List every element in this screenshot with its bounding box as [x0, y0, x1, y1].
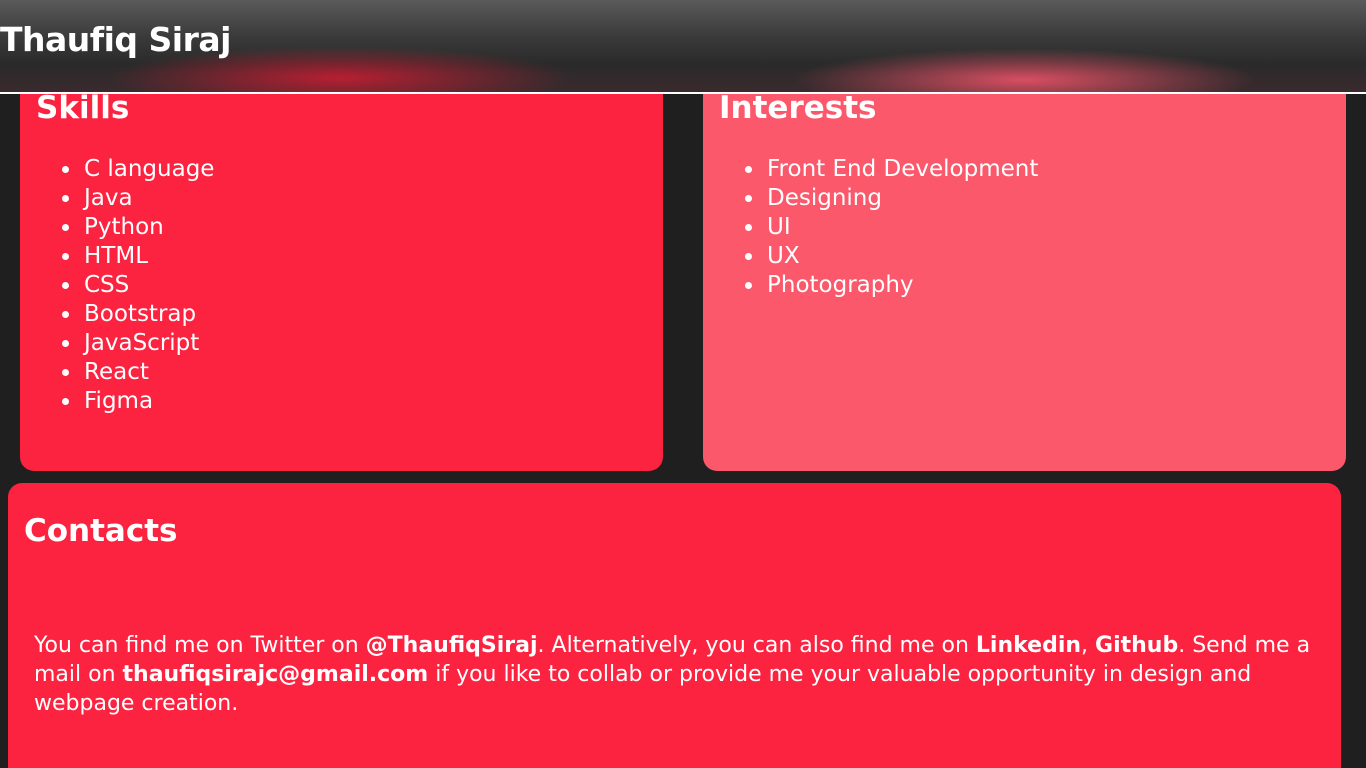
site-header: Thaufiq Siraj: [0, 0, 1366, 94]
contacts-text-part: . Alternatively, you can also find me on: [537, 633, 976, 658]
skills-list: C language Java Python HTML CSS Bootstra…: [61, 155, 215, 416]
interest-item: Photography: [744, 271, 1038, 300]
skill-item: HTML: [61, 242, 214, 271]
linkedin-label: Linkedin: [975, 633, 1082, 658]
skill-item: CSS: [61, 271, 214, 300]
skill-item: Bootstrap: [61, 300, 214, 329]
skills-card: Skills C language Java Python HTML CSS B…: [20, 60, 663, 471]
page: Thaufiq Siraj Skills C language Java Pyt…: [0, 0, 1366, 768]
contacts-heading: Contacts: [24, 513, 178, 549]
interest-item: UI: [744, 213, 1038, 242]
interest-item: UX: [744, 242, 1038, 271]
site-title: Thaufiq Siraj: [0, 20, 231, 59]
skill-item: JavaScript: [61, 329, 214, 358]
skills-heading: Skills: [36, 90, 130, 126]
skill-item: C language: [61, 156, 215, 182]
contacts-text-part: You can find me on Twitter on: [34, 633, 366, 658]
interests-heading: Interests: [719, 90, 877, 126]
interests-list: Front End Development Designing UI UX Ph…: [744, 155, 1039, 300]
github-label: Github: [1095, 633, 1179, 658]
skill-item: Figma: [61, 387, 214, 416]
interest-item: Front End Development: [744, 156, 1039, 182]
interests-card: Interests Front End Development Designin…: [703, 60, 1346, 471]
contacts-card: Contacts You can find me on Twitter on @…: [8, 483, 1341, 768]
contacts-text: You can find me on Twitter on @ThaufiqSi…: [34, 631, 1324, 718]
skill-item: React: [61, 358, 214, 387]
contacts-text-part: ,: [1081, 633, 1096, 658]
interest-item: Designing: [744, 184, 1038, 213]
twitter-handle: @ThaufiqSiraj: [365, 633, 538, 658]
email-address: thaufiqsirajc@gmail.com: [122, 662, 429, 687]
skill-item: Java: [61, 184, 214, 213]
skill-item: Python: [61, 213, 214, 242]
